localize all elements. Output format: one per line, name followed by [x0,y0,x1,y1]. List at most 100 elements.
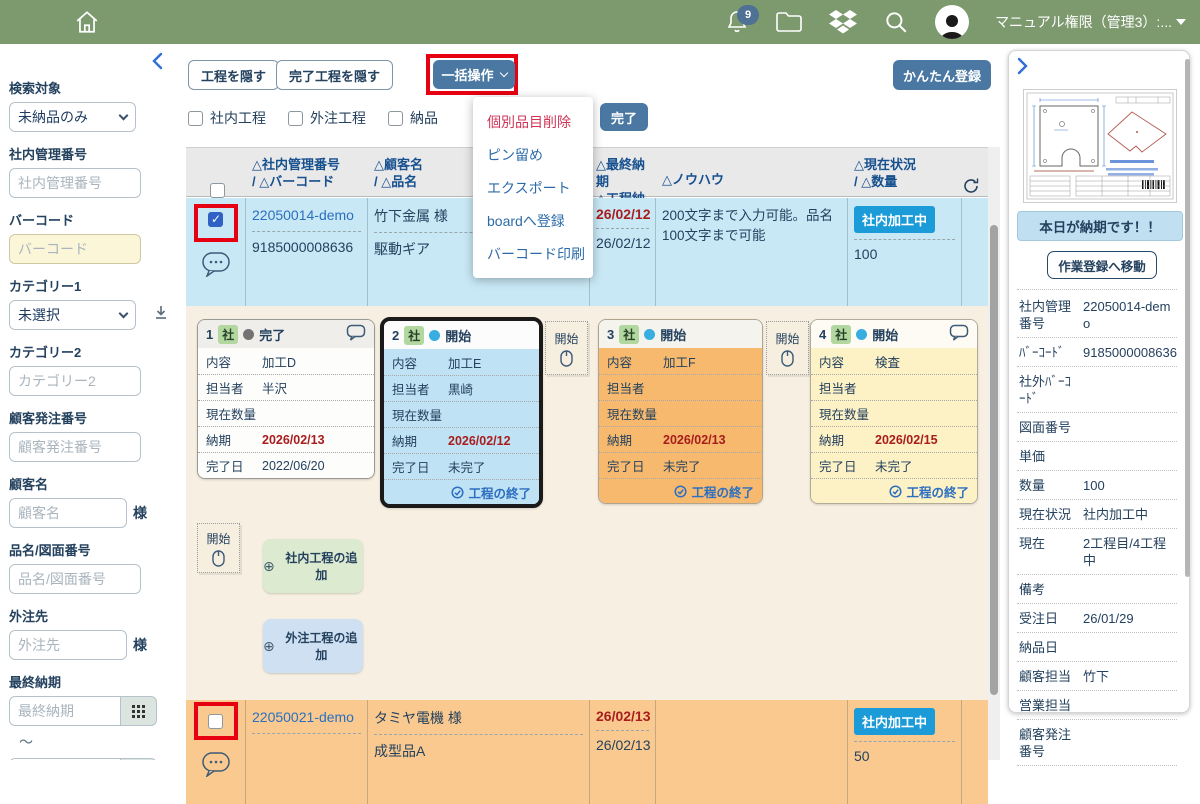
bulk-action-menu: 個別品目削除 ピン留め エクスポート boardへ登録 バーコード印刷 [473,97,593,278]
calendar-icon[interactable] [121,696,157,726]
end-process-link[interactable]: 工程の終了 [811,478,977,503]
barcode-label: バーコード [9,210,172,229]
status-dot [429,330,440,341]
process-card-4[interactable]: 4 社 開始 内容検査 担当者 現在数量 納期2026/02/15 完了日未完了… [810,319,978,504]
customer-order-input[interactable] [9,432,141,462]
avatar[interactable] [935,5,969,39]
folder-icon[interactable] [775,10,803,34]
item-input[interactable] [9,564,141,594]
done-button[interactable]: 完了 [600,103,648,131]
detail-row: 顧客担当竹下 [1017,662,1177,691]
menu-item-barcode-print[interactable]: バーコード印刷 [473,237,593,270]
process-card-1[interactable]: 1 社 完了 内容加工D 担当者半沢 現在数量 納期2026/02/13 完了日… [197,319,375,479]
category1-label: カテゴリー1 [9,276,172,295]
scroll-to-bottom-icon[interactable] [154,305,168,325]
detail-row: 図面番号 [1017,413,1177,442]
end-process-link[interactable]: 工程の終了 [384,479,539,504]
item-id-link[interactable]: 22050014-demo [252,207,354,223]
process-card-3[interactable]: 3 社 開始 内容加工F 担当者 現在数量 納期2026/02/13 完了日未完… [598,319,763,504]
menu-item-export[interactable]: エクスポート [473,171,593,204]
internal-process-checkbox[interactable] [188,111,203,126]
annotation-highlight [194,702,238,740]
hamburger-menu-icon[interactable] [14,13,40,31]
check-circle-icon [451,486,464,499]
detail-row: 社外ﾊﾞｰｺｰﾄﾞ [1017,367,1177,413]
detail-row: 顧客発注番号 [1017,720,1177,766]
filter-checkbox-row: 社内工程 外注工程 納品 [188,108,438,128]
process-due-date: 26/02/13 [596,737,651,753]
category2-input[interactable] [9,366,141,396]
due-today-banner: 本日が納期です！！ [1017,211,1183,241]
notification-count-badge: 9 [737,5,759,25]
external-process-checkbox[interactable] [288,111,303,126]
detail-row: 数量100 [1017,471,1177,500]
delivery-checkbox[interactable] [388,111,403,126]
knowhow-text: 200文字まで入力可能。品名100文字まで可能 [656,198,848,306]
comment-bubble-icon[interactable] [201,751,231,780]
item-name: 成型品A [374,743,425,759]
final-due-date: 26/02/13 [596,708,651,724]
user-name: マニュアル権限（管理3）:... [995,12,1172,32]
menu-item-delete[interactable]: 個別品目削除 [473,105,593,138]
customer-input[interactable] [9,498,127,528]
item-row-2[interactable]: 22050021-demo タミヤ電機 様 成型品A 26/02/13 26/0… [186,700,988,804]
final-due-from-input[interactable] [9,696,121,726]
search-target-select[interactable]: 未納品のみ [9,102,136,132]
start-drop-target[interactable]: 開始 [545,321,588,375]
annotation-highlight: 一括操作 [426,54,518,95]
hide-process-button[interactable]: 工程を隠す [188,60,279,90]
comment-bubble-icon[interactable] [201,251,231,280]
customer-name: 竹下金属 様 [374,208,448,224]
sama-suffix: 様 [133,503,147,523]
quantity: 50 [854,748,870,764]
sama-suffix: 様 [133,635,147,655]
dropbox-icon[interactable] [829,9,857,35]
comment-bubble-icon[interactable] [346,324,366,344]
home-icon[interactable] [74,9,100,35]
drawing-thumbnail[interactable] [1023,89,1177,203]
bulk-action-button[interactable]: 一括操作 [433,60,515,89]
main-scrollbar[interactable] [988,147,1000,760]
move-to-work-register-button[interactable]: 作業登録へ移動 [1047,251,1157,279]
search-target-label: 検索対象 [9,78,172,97]
detail-row: 現在2工程目/4工程中 [1017,529,1177,575]
menu-item-pin[interactable]: ピン留め [473,138,593,171]
mouse-icon [781,350,794,367]
end-process-link[interactable]: 工程の終了 [599,478,762,503]
annotation-highlight [194,204,238,242]
collapse-panel-icon[interactable] [1017,57,1181,80]
internal-badge: 社 [831,325,851,344]
card-status: 開始 [445,326,471,345]
start-drop-target[interactable]: 開始 [766,321,809,375]
user-menu[interactable]: マニュアル権限（管理3）:... [995,12,1186,32]
main-content: 工程を隠す 完了工程を隠す 一括操作 かんたん登録 社内工程 外注工程 納品 完… [186,44,1000,760]
barcode-input[interactable] [9,234,141,264]
add-external-process-button[interactable]: ⊕外注工程の追加 [263,619,363,673]
scrollbar-thumb[interactable] [990,225,998,695]
notifications-bell-icon[interactable]: 9 [725,9,749,35]
menu-item-board[interactable]: boardへ登録 [473,204,593,237]
item-id-link[interactable]: 22050021-demo [252,709,354,725]
scrollbar-thumb[interactable] [1185,59,1190,577]
check-circle-icon [674,485,687,498]
start-drop-target[interactable]: 開始 [197,523,240,573]
detail-row: 受注日26/01/29 [1017,604,1177,633]
kanri-input[interactable] [9,168,141,198]
detail-row: 営業担当 [1017,691,1177,720]
detail-row: 備考 [1017,575,1177,604]
final-due-date: 26/02/12 [596,206,651,222]
search-icon[interactable] [883,9,909,35]
panel-scrollbar[interactable] [1185,59,1190,699]
add-internal-process-button[interactable]: ⊕社内工程の追加 [263,539,363,593]
comment-bubble-icon[interactable] [949,324,969,344]
status-dot [644,329,655,340]
category1-select[interactable]: 未選択 [9,300,136,330]
outsource-input[interactable] [9,630,127,660]
process-card-2[interactable]: 2 社 開始 内容加工E 担当者黒崎 現在数量 納期2026/02/12 完了日… [380,317,543,508]
easy-register-button[interactable]: かんたん登録 [893,60,991,90]
select-all-checkbox[interactable] [210,183,225,198]
search-sidebar: 検索対象 未納品のみ 社内管理番号 バーコード カテゴリー1 未選択 カテゴリー… [0,44,180,760]
customer-label: 顧客名 [9,474,172,493]
collapse-sidebar-icon[interactable] [150,52,164,75]
hide-done-process-button[interactable]: 完了工程を隠す [276,60,393,90]
